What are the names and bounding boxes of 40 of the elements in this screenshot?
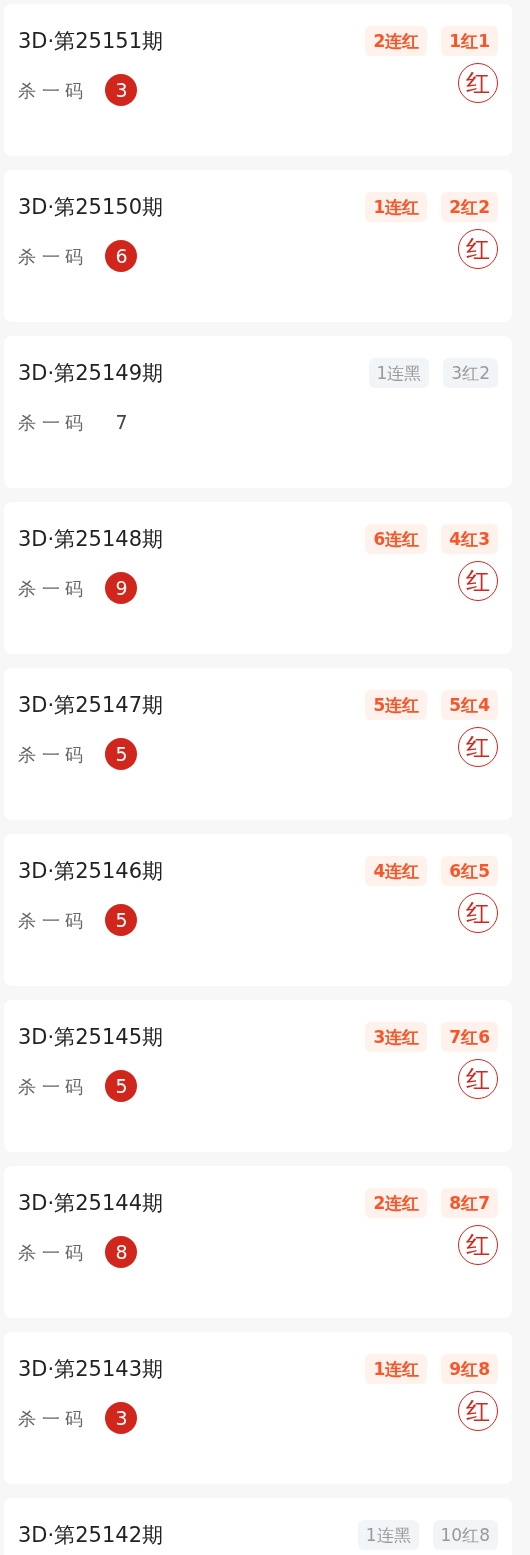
streak-tag: 10红8 [432, 1520, 498, 1550]
kill-one-label: 杀 一 码 [18, 908, 84, 933]
streak-tag: 1连黑 [357, 1520, 419, 1550]
streak-tag: 6红5 [441, 856, 498, 886]
streak-tag: 2连红 [365, 26, 428, 56]
kill-one-label: 杀 一 码 [18, 244, 84, 269]
streak-tag: 2红2 [441, 192, 498, 222]
streak-tag: 3红2 [443, 358, 498, 388]
kill-one-label: 杀 一 码 [18, 1240, 84, 1265]
streak-tag: 9红8 [441, 1354, 498, 1384]
kill-one-label: 杀 一 码 [18, 78, 84, 103]
period-title: 3D·第25144期 [18, 1190, 163, 1217]
streak-tag: 2连红 [365, 1188, 428, 1218]
period-title: 3D·第25148期 [18, 526, 163, 553]
period-title: 3D·第25151期 [18, 28, 163, 55]
streak-tag: 5红4 [441, 690, 498, 720]
streak-tag: 6连红 [365, 524, 428, 554]
streak-tag: 4连红 [365, 856, 428, 886]
kill-one-label: 杀 一 码 [18, 410, 84, 435]
period-title: 3D·第25147期 [18, 692, 163, 719]
streak-tag: 1连黑 [368, 358, 430, 388]
period-title: 3D·第25143期 [18, 1356, 163, 1383]
streak-tag: 1连红 [365, 1354, 428, 1384]
period-title: 3D·第25146期 [18, 858, 163, 885]
kill-one-label: 杀 一 码 [18, 1074, 84, 1099]
period-title: 3D·第25149期 [18, 360, 163, 387]
kill-one-label: 杀 一 码 [18, 1406, 84, 1431]
streak-tag: 1红1 [441, 26, 498, 56]
period-title: 3D·第25150期 [18, 194, 163, 221]
period-title: 3D·第25145期 [18, 1024, 163, 1051]
streak-tag: 5连红 [365, 690, 428, 720]
streak-tag: 4红3 [441, 524, 498, 554]
number-text: 7 [114, 409, 129, 435]
kill-one-label: 杀 一 码 [18, 742, 84, 767]
streak-tag: 1连红 [365, 192, 428, 222]
streak-tag: 3连红 [365, 1022, 428, 1052]
streak-tag: 8红7 [441, 1188, 498, 1218]
kill-one-label: 杀 一 码 [18, 576, 84, 601]
period-title: 3D·第25142期 [18, 1522, 163, 1549]
streak-tag: 7红6 [441, 1022, 498, 1052]
